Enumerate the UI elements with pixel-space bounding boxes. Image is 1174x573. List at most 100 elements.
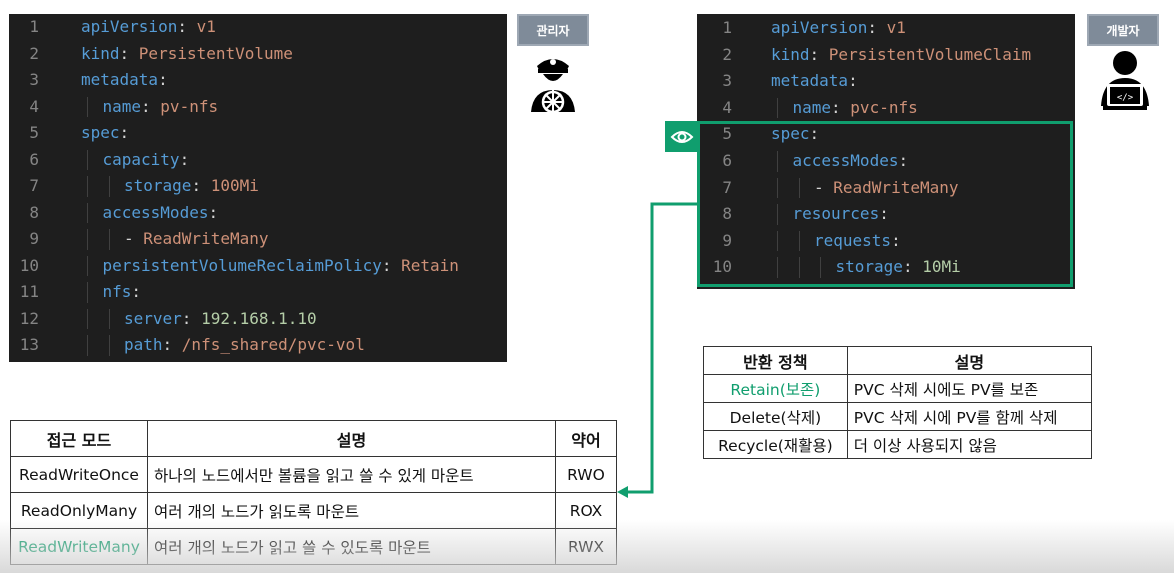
- yaml-key: persistentVolumeReclaimPolicy: [102, 255, 382, 275]
- code-line: 1 apiVersion: v1: [697, 15, 1075, 42]
- table-row: Recycle(재활용) 더 이상 사용되지 않음: [703, 430, 1093, 459]
- admin-role-label: 관리자: [536, 23, 570, 38]
- yaml-separator: :: [119, 123, 130, 142]
- access-mode-cell: ReadOnlyMany: [10, 492, 148, 529]
- description-header: 설명: [846, 346, 1093, 375]
- yaml-separator: :: [141, 96, 161, 116]
- pv-yaml-editor[interactable]: 1 apiVersion: v1 2 kind: PersistentVolume 3 m…: [9, 14, 507, 362]
- code-text: metadata:: [771, 68, 858, 95]
- indent-guide: [108, 229, 110, 250]
- code-line: 3 metadata:: [9, 67, 507, 94]
- yaml-key: metadata: [81, 70, 159, 89]
- yaml-value: pvc-nfs: [850, 97, 918, 117]
- yaml-separator: :: [131, 282, 142, 301]
- indent-guide: [87, 255, 88, 277]
- description-cell: PVC 삭제 시에도 PV를 보존: [846, 374, 1093, 403]
- yaml-separator: :: [179, 149, 190, 169]
- abbreviation-header: 약어: [555, 420, 617, 457]
- abbreviation-cell: RWO: [555, 456, 617, 493]
- line-number: 4: [722, 97, 732, 117]
- code-line: 12 server: 192.168.1.10: [9, 306, 507, 333]
- yaml-value: v1: [196, 17, 216, 36]
- yaml-key: nfs: [102, 282, 132, 301]
- line-number: 3: [29, 70, 39, 89]
- indent-guide: [777, 97, 778, 119]
- yaml-separator: :: [831, 97, 851, 117]
- code-line: 11 nfs:: [9, 279, 507, 306]
- yaml-key: metadata: [771, 71, 849, 91]
- code-line: 7 storage: 100Mi: [9, 173, 507, 200]
- yaml-key: name: [102, 96, 142, 116]
- yaml-key: kind: [771, 44, 810, 64]
- table-row: ReadWriteOnce 하나의 노드에서만 볼륨을 읽고 쓸 수 있게 마운…: [10, 456, 617, 493]
- table-row: Delete(삭제) PVC 삭제 시에 PV를 함께 삭제: [703, 402, 1093, 431]
- yaml-separator: :: [162, 335, 182, 354]
- code-line: 4 name: pv-nfs: [9, 94, 507, 121]
- indent-guide: [108, 308, 110, 330]
- line-number: 1: [722, 18, 732, 37]
- code-line: 5 spec:: [9, 120, 507, 147]
- code-line: 3 metadata:: [697, 68, 1075, 95]
- eye-icon: [665, 121, 699, 152]
- yaml-key: name: [792, 97, 832, 117]
- yaml-separator: :: [158, 70, 168, 89]
- table-row: ReadOnlyMany 여러 개의 노드가 읽도록 마운트 ROX: [10, 492, 617, 529]
- yaml-key: apiVersion: [81, 17, 178, 36]
- line-number: 11: [19, 282, 39, 301]
- code-line: 8 accessModes:: [9, 200, 507, 227]
- code-text: kind: PersistentVolumeClaim: [771, 42, 1031, 69]
- yaml-key: apiVersion: [771, 18, 868, 37]
- svg-text:</>: </>: [1117, 93, 1134, 103]
- pvc-spec-highlight: [697, 121, 1073, 287]
- table-row: ReadWriteMany 여러 개의 노드가 읽고 쓸 수 있도록 마운트 R…: [10, 528, 617, 565]
- line-number: 3: [722, 71, 732, 91]
- code-text: path: /nfs_shared/pvc-vol: [124, 332, 365, 359]
- code-line: 6 capacity:: [9, 147, 507, 174]
- indent-guide: [87, 282, 88, 303]
- indent-guide: [108, 335, 110, 356]
- indent-guide: [87, 229, 88, 250]
- code-line: 13 path: /nfs_shared/pvc-vol: [9, 332, 507, 359]
- yaml-value: Retain: [401, 255, 459, 275]
- yaml-key: kind: [81, 43, 120, 63]
- line-number: 5: [29, 123, 39, 142]
- code-text: capacity:: [103, 147, 190, 174]
- access-mode-cell: ReadWriteMany: [10, 528, 148, 565]
- yaml-value: pv-nfs: [160, 96, 219, 116]
- indent-guide: [108, 176, 110, 197]
- line-number: 9: [29, 229, 39, 248]
- yaml-value: v1: [886, 18, 906, 37]
- yaml-separator: :: [848, 71, 858, 91]
- line-number: 1: [29, 17, 39, 36]
- admin-role-badge: 관리자: [517, 14, 589, 46]
- code-line: 10 persistentVolumeReclaimPolicy: Retain: [9, 253, 507, 280]
- yaml-key: server: [124, 308, 182, 328]
- code-text: - ReadWriteMany: [124, 226, 269, 253]
- code-text: spec:: [81, 120, 129, 147]
- code-text: server: 192.168.1.10: [124, 306, 317, 333]
- code-text: storage: 100Mi: [124, 173, 259, 200]
- yaml-value: PersistentVolumeClaim: [828, 44, 1032, 64]
- yaml-separator: :: [809, 44, 829, 64]
- developer-role-badge: 개발자: [1087, 14, 1159, 46]
- line-number: 2: [29, 43, 39, 63]
- yaml-key: spec: [81, 123, 120, 142]
- developer-laptop-icon: </>: [1101, 51, 1149, 110]
- yaml-separator: :: [119, 43, 139, 63]
- access-mode-header: 접근 모드: [10, 420, 148, 457]
- description-cell: 더 이상 사용되지 않음: [846, 430, 1093, 459]
- code-text: persistentVolumeReclaimPolicy: Retain: [103, 253, 459, 280]
- description-cell: 여러 개의 노드가 읽도록 마운트: [147, 492, 556, 529]
- indent-guide: [87, 96, 88, 118]
- line-number: 13: [19, 335, 39, 354]
- yaml-key: accessModes: [102, 202, 209, 222]
- table-row: Retain(보존) PVC 삭제 시에도 PV를 보존: [703, 374, 1093, 403]
- line-number: 12: [19, 308, 39, 328]
- description-cell: 하나의 노드에서만 볼륨을 읽고 쓸 수 있게 마운트: [147, 456, 556, 493]
- yaml-value: /nfs_shared/pvc-vol: [181, 335, 365, 354]
- access-mode-cell: ReadWriteOnce: [10, 456, 148, 493]
- code-line: 1 apiVersion: v1: [9, 14, 507, 41]
- code-text: apiVersion: v1: [771, 15, 906, 42]
- ship-captain-icon: [531, 59, 575, 112]
- indent-guide: [87, 149, 88, 171]
